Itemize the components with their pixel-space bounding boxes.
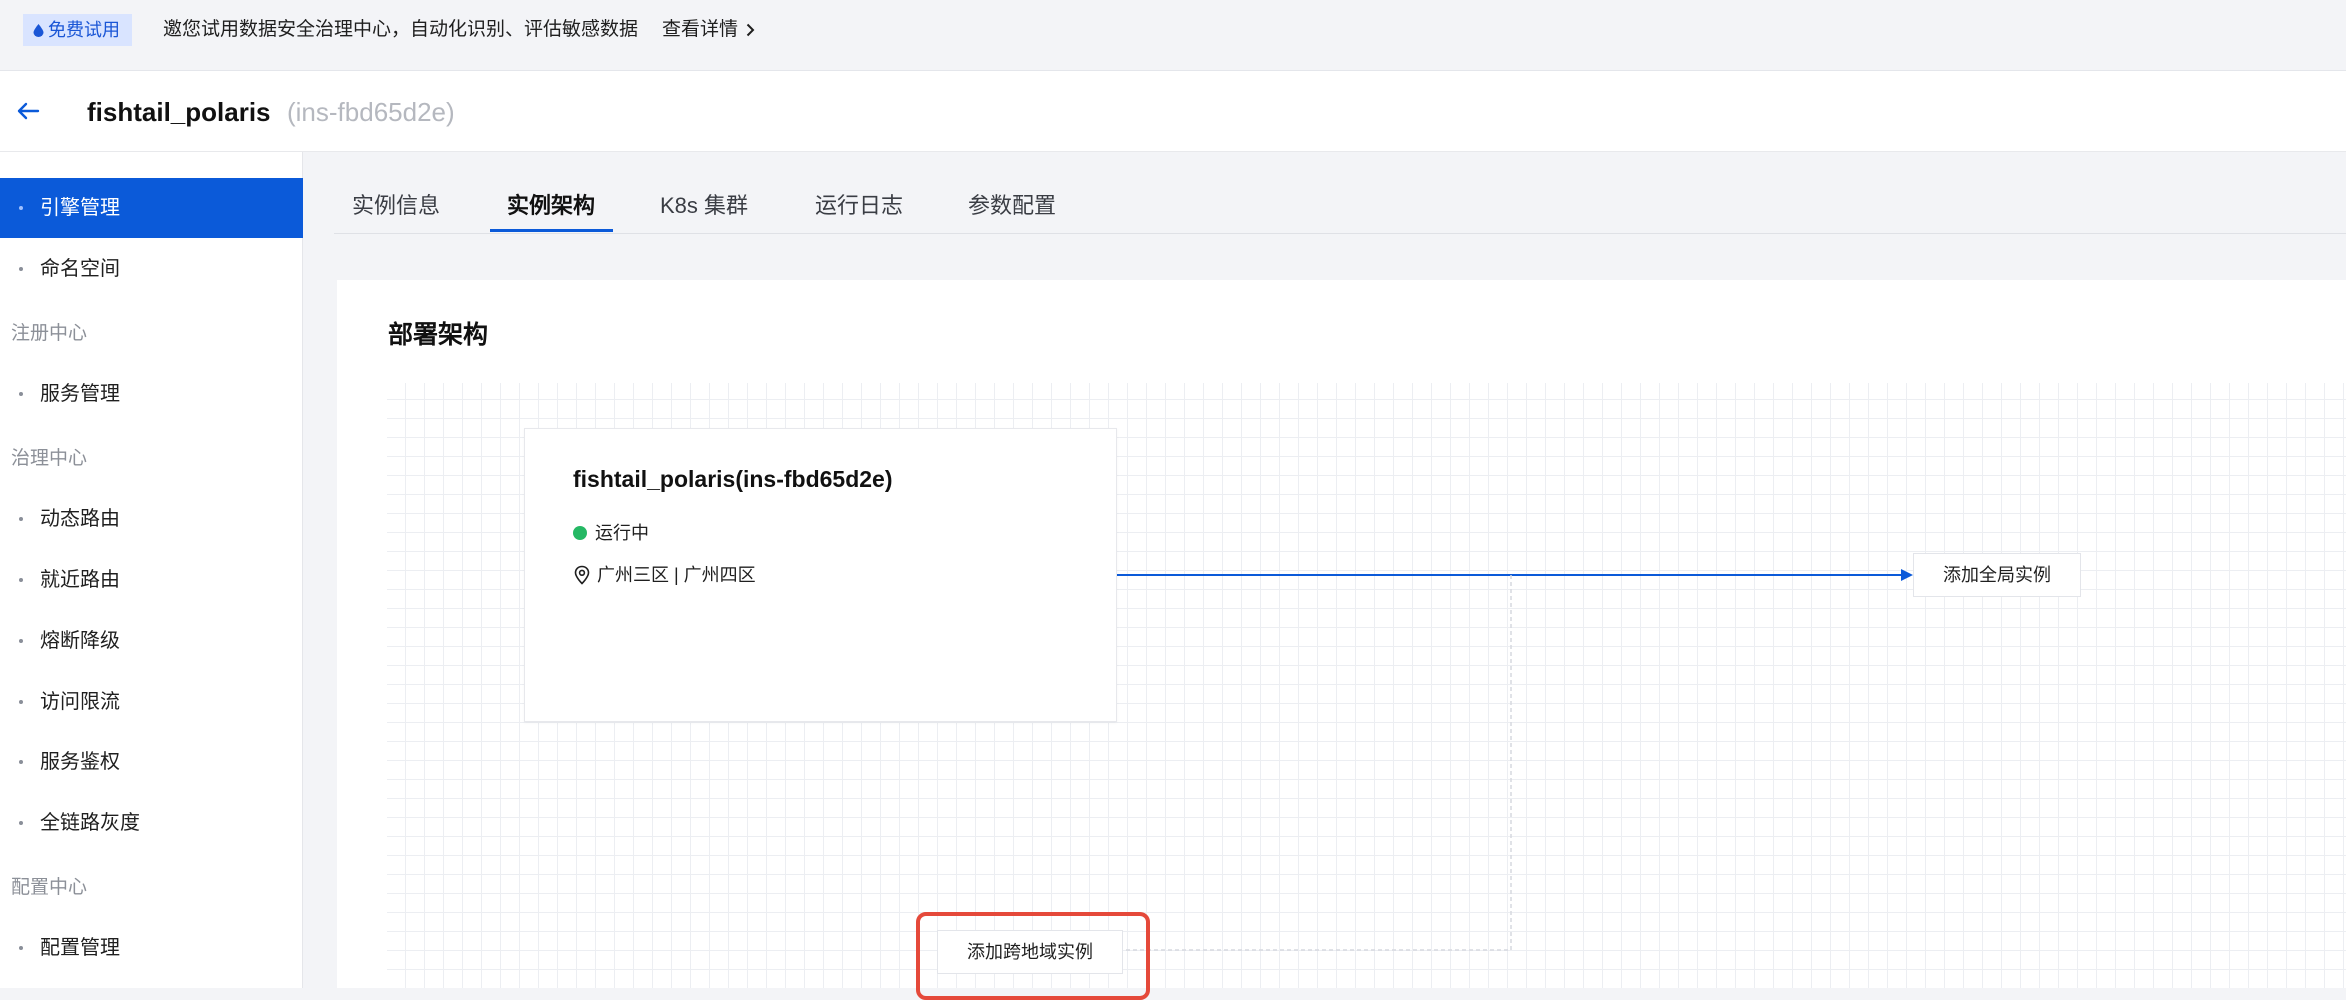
- bullet-icon: [19, 517, 23, 521]
- sidebar-item-engine-management[interactable]: 引擎管理: [0, 178, 303, 238]
- sidebar-item-rate-limiting[interactable]: 访问限流: [0, 672, 303, 732]
- sidebar-item-label: 全链路灰度: [40, 812, 140, 834]
- sidebar-item-dynamic-routing[interactable]: 动态路由: [0, 489, 303, 549]
- sidebar-group-config-center: 配置中心: [11, 877, 88, 898]
- promo-text: 邀您试用数据安全治理中心，自动化识别、评估敏感数据: [163, 19, 639, 40]
- bullet-icon: [19, 578, 23, 582]
- page-title: fishtail_polaris: [87, 97, 271, 127]
- tab-instance-architecture[interactable]: 实例架构: [507, 192, 595, 220]
- instance-node-title: fishtail_polaris(ins-fbd65d2e): [573, 466, 893, 492]
- sidebar-item-nearby-routing[interactable]: 就近路由: [0, 550, 303, 610]
- bullet-icon: [19, 267, 23, 271]
- instance-status-text: 运行中: [595, 523, 649, 543]
- instance-region-text: 广州三区 | 广州四区: [597, 565, 756, 585]
- free-trial-badge[interactable]: 免费试用: [23, 14, 132, 46]
- tab-bar: 实例信息 实例架构 K8s 集群 运行日志 参数配置: [334, 170, 2346, 234]
- sidebar-item-service-management[interactable]: 服务管理: [0, 364, 303, 424]
- section-title: 部署架构: [388, 321, 489, 349]
- page-header: fishtail_polaris (ins-fbd65d2e): [0, 71, 2346, 152]
- free-trial-label: 免费试用: [48, 20, 120, 40]
- cross-region-connector-line: [1123, 575, 1512, 951]
- sidebar-item-service-auth[interactable]: 服务鉴权: [0, 732, 303, 792]
- sidebar-item-label: 服务鉴权: [40, 751, 120, 773]
- sidebar-group-registry: 注册中心: [11, 323, 88, 344]
- bullet-icon: [19, 821, 23, 825]
- sidebar-item-label: 访问限流: [40, 691, 120, 713]
- sidebar-item-label: 就近路由: [40, 569, 120, 591]
- bullet-icon: [19, 760, 23, 764]
- tab-instance-info[interactable]: 实例信息: [352, 192, 440, 220]
- instance-region: 广州三区 | 广州四区: [573, 563, 756, 587]
- instance-id: (ins-fbd65d2e): [287, 97, 455, 127]
- sidebar-item-label: 配置管理: [40, 937, 120, 959]
- view-details-label: 查看详情: [662, 19, 739, 40]
- sidebar-item-config-management[interactable]: 配置管理: [0, 918, 303, 978]
- chevron-right-icon: [746, 23, 755, 37]
- location-pin-icon: [574, 565, 590, 585]
- status-dot-icon: [573, 526, 587, 540]
- bullet-icon: [19, 946, 23, 950]
- instance-status: 运行中: [573, 521, 649, 545]
- back-arrow-icon[interactable]: [14, 97, 42, 125]
- bullet-icon: [19, 700, 23, 704]
- sidebar-item-label: 命名空间: [40, 258, 120, 280]
- view-details-link[interactable]: 查看详情: [662, 18, 755, 42]
- architecture-canvas: fishtail_polaris(ins-fbd65d2e) 运行中 广州三区 …: [387, 383, 2346, 1000]
- sidebar-item-label: 动态路由: [40, 508, 120, 530]
- instance-node[interactable]: fishtail_polaris(ins-fbd65d2e) 运行中 广州三区 …: [524, 428, 1117, 722]
- tab-k8s-cluster[interactable]: K8s 集群: [660, 192, 748, 220]
- sidebar-item-namespace[interactable]: 命名空间: [0, 239, 303, 299]
- sidebar-item-label: 服务管理: [40, 383, 120, 405]
- add-cross-region-instance-button[interactable]: 添加跨地域实例: [937, 930, 1123, 974]
- drop-icon: [33, 23, 44, 37]
- sidebar-item-label: 引擎管理: [40, 197, 120, 219]
- sidebar-item-full-link-gray[interactable]: 全链路灰度: [0, 793, 303, 853]
- sidebar-item-label: 熔断降级: [40, 630, 120, 652]
- tab-parameter-config[interactable]: 参数配置: [968, 192, 1056, 220]
- bullet-icon: [19, 639, 23, 643]
- architecture-card: 部署架构 fishtail_polaris(ins-fbd65d2e) 运行中: [337, 280, 2346, 1000]
- sidebar-item-circuit-breaker[interactable]: 熔断降级: [0, 611, 303, 671]
- promo-banner: 免费试用 邀您试用数据安全治理中心，自动化识别、评估敏感数据 查看详情: [0, 0, 2346, 71]
- add-global-instance-button[interactable]: 添加全局实例: [1913, 553, 2081, 597]
- active-tab-indicator: [490, 229, 613, 232]
- tab-runtime-logs[interactable]: 运行日志: [815, 192, 903, 220]
- sidebar-group-governance: 治理中心: [11, 448, 88, 469]
- bullet-icon: [19, 206, 23, 210]
- sidebar: 引擎管理 命名空间 注册中心 服务管理 治理中心 动态路由 就近路由 熔断降级 …: [0, 152, 303, 988]
- bullet-icon: [19, 392, 23, 396]
